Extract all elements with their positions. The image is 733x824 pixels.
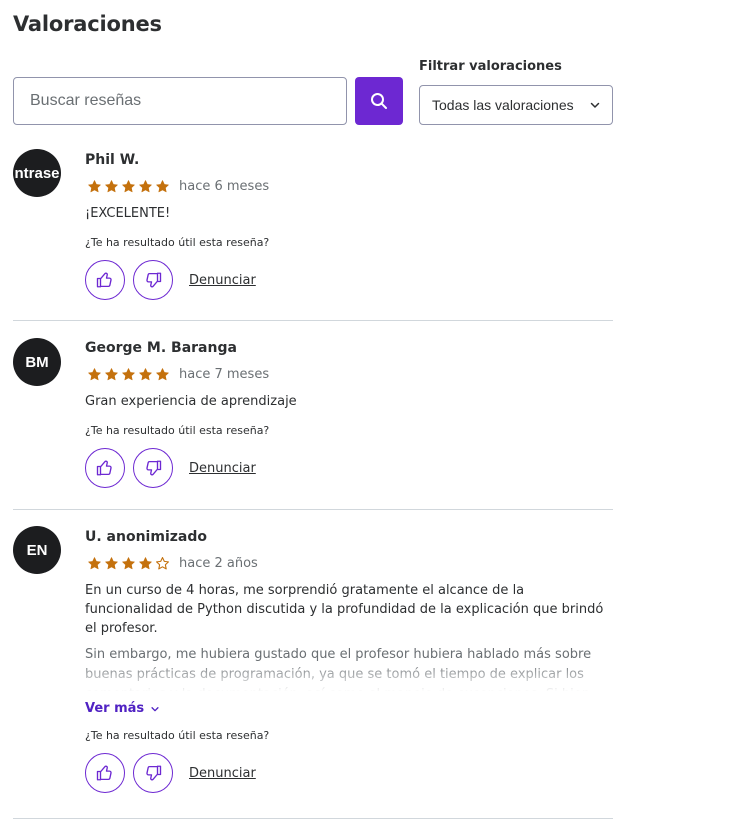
search-input[interactable] [14,78,346,124]
avatar: EN [13,526,61,574]
thumbs-down-button[interactable] [133,753,173,793]
search-icon [371,93,387,109]
review-actions: Denunciar [85,753,613,793]
avatar-initials: ntrase [14,164,60,182]
star-filled-icon [88,179,101,192]
star-filled-icon [139,556,152,569]
chevron-down-icon [151,706,159,711]
report-link[interactable]: Denunciar [189,766,256,781]
thumbs-up-button[interactable] [85,753,125,793]
avatar: ntrase [13,149,61,197]
star-filled-icon [122,179,135,192]
rating-row: hace 7 meses [85,365,613,383]
thumbs-down-icon [146,460,162,476]
review-text-more: Sin embargo, me hubiera gustado que el p… [85,647,592,691]
avatar-initials: EN [26,541,48,559]
star-filled-icon [122,367,135,380]
avatar-initials: BM [25,353,49,371]
reviewer-name: George M. Baranga [85,340,237,356]
review-date: hace 7 meses [179,366,270,382]
helpful-question: ¿Te ha resultado útil esta reseña? [85,424,270,437]
reviewer-name: Phil W. [85,152,140,168]
thumbs-up-icon [96,765,112,781]
helpful-question: ¿Te ha resultado útil esta reseña? [85,729,270,742]
star-empty-icon [156,556,169,569]
divider [13,818,613,819]
review-actions: Denunciar [85,448,613,488]
star-filled-icon [156,179,169,192]
see-more-label: Ver más [85,701,145,716]
star-filled-icon [139,179,152,192]
chevron-down-icon [590,102,600,108]
star-filled-icon [156,367,169,380]
star-rating [87,556,170,571]
rating-row: hace 6 meses [85,177,613,195]
rating-row: hace 2 años [85,554,613,572]
thumbs-up-button[interactable] [85,260,125,300]
divider [13,509,613,510]
review-actions: Denunciar [85,260,613,300]
reviewer-name: U. anonimizado [85,529,207,545]
avatar: BM [13,338,61,386]
thumbs-down-icon [146,272,162,288]
thumbs-down-icon [146,765,162,781]
star-filled-icon [105,367,118,380]
star-filled-icon [139,367,152,380]
filter-selected-value: Todas las valoraciones [432,97,574,113]
star-filled-icon [105,179,118,192]
report-link[interactable]: Denunciar [189,273,256,288]
helpful-question: ¿Te ha resultado útil esta reseña? [85,236,270,249]
thumbs-down-button[interactable] [133,448,173,488]
search-field[interactable] [13,77,347,125]
thumbs-up-icon [96,272,112,288]
page-title: Valoraciones [13,12,162,36]
review-date: hace 6 meses [179,178,270,194]
star-filled-icon [105,556,118,569]
review-text: ¡EXCELENTE! [85,206,171,221]
star-rating [87,367,170,382]
divider [13,320,613,321]
filter-label: Filtrar valoraciones [419,59,562,74]
review-text: Gran experiencia de aprendizaje [85,394,297,409]
thumbs-up-button[interactable] [85,448,125,488]
star-rating [87,179,170,194]
thumbs-up-icon [96,460,112,476]
star-filled-icon [88,556,101,569]
thumbs-down-button[interactable] [133,260,173,300]
star-filled-icon [122,556,135,569]
filter-select[interactable]: Todas las valoraciones [419,85,613,125]
star-filled-icon [88,367,101,380]
report-link[interactable]: Denunciar [189,461,256,476]
see-more-button[interactable]: Ver más [85,701,613,716]
review-date: hace 2 años [179,555,258,571]
review-text: En un curso de 4 horas, me sorprendió gr… [85,583,604,636]
search-button[interactable] [355,77,403,125]
